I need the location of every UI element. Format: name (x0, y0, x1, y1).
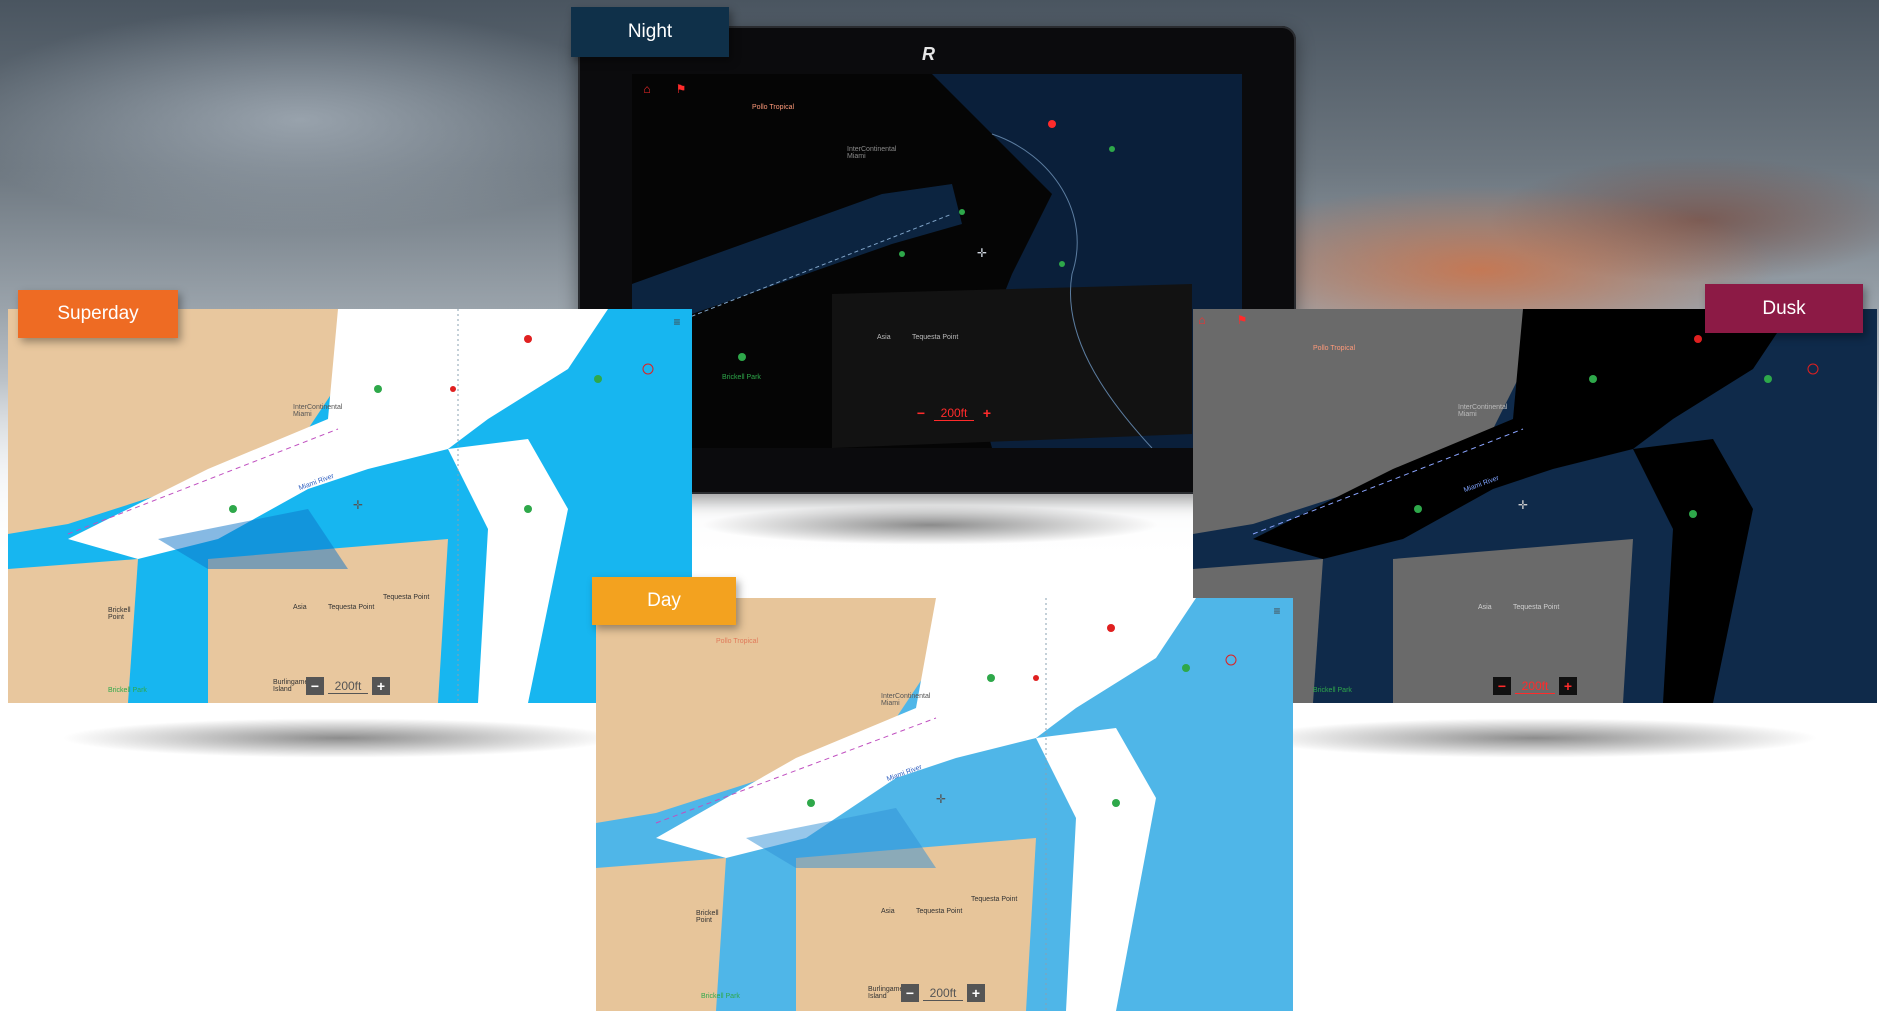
svg-text:✛: ✛ (1518, 498, 1528, 512)
label-tequesta2-superday: Tequesta Point (383, 594, 430, 601)
dusk-chart-map: ✛ (1193, 309, 1877, 703)
mode-label-day[interactable]: Day (592, 577, 736, 625)
label-hotel-dusk: Pollo Tropical (1313, 345, 1356, 352)
superday-chart-map: ✛ (8, 309, 692, 703)
label-hotel-day: Pollo Tropical (716, 638, 759, 645)
label-tequesta2-day: Tequesta Point (971, 896, 1018, 903)
day-scale-control: − 200ft + (901, 984, 985, 1002)
dusk-shadow (1250, 718, 1820, 758)
device-shadow (700, 505, 1160, 545)
label-burlingame-day: Burlingame Island (868, 986, 904, 1000)
menu-icon[interactable]: ≡ (668, 313, 686, 331)
zoom-in-button[interactable]: + (372, 677, 390, 695)
label-brickell-park-night: Brickell Park (722, 374, 761, 381)
label-tequesta-superday: Tequesta Point (328, 604, 375, 611)
superday-shadow (60, 718, 620, 758)
brand-logo: R (922, 44, 936, 64)
label-brickell-park-superday: Brickell Park (108, 687, 147, 694)
label-hotel-night: Pollo Tropical (752, 104, 795, 111)
day-chart-screen[interactable]: ✛ ≡ Pollo Tropical InterContinental Miam… (596, 598, 1293, 1011)
scale-value: 200ft (934, 406, 974, 421)
night-chart-screen[interactable]: ✛ ⌂ ⚑ Pollo Tropical InterContinental Mi… (632, 74, 1242, 448)
zoom-out-button[interactable]: − (306, 677, 324, 695)
label-asia-day: Asia (881, 908, 895, 915)
night-scale-control: − 200ft + (912, 404, 996, 422)
zoom-in-button[interactable]: + (978, 404, 996, 422)
zoom-in-button[interactable]: + (1559, 677, 1577, 695)
svg-text:✛: ✛ (936, 792, 946, 806)
menu-icon[interactable]: ≡ (1268, 602, 1286, 620)
label-brickell-park-day: Brickell Park (701, 993, 740, 1000)
dusk-chart-screen[interactable]: ✛ ⌂ ⚑ Pollo Tropical InterContinental Mi… (1193, 309, 1877, 703)
label-asia-night: Asia (877, 334, 891, 341)
label-intercontinental-superday: InterContinental Miami (293, 404, 343, 418)
label-intercontinental-night: InterContinental Miami (847, 146, 897, 160)
mode-label-dusk[interactable]: Dusk (1705, 284, 1863, 333)
label-intercontinental-day: InterContinental Miami (881, 693, 931, 707)
label-burlingame-superday: Burlingame Island (273, 679, 309, 693)
mode-label-night[interactable]: Night (571, 7, 729, 57)
superday-scale-control: − 200ft + (306, 677, 390, 695)
home-icon[interactable]: ⌂ (638, 80, 656, 98)
home-icon[interactable]: ⌂ (1193, 311, 1211, 329)
zoom-in-button[interactable]: + (967, 984, 985, 1002)
superday-chart-screen[interactable]: ✛ ≡ Miami River InterContinental Miami A… (8, 309, 692, 703)
svg-text:✛: ✛ (977, 246, 987, 260)
label-brickell-point-day: Brickell Point (696, 910, 719, 924)
night-chart-map: ✛ (632, 74, 1242, 448)
zoom-out-button[interactable]: − (912, 404, 930, 422)
scale-value: 200ft (328, 679, 368, 694)
zoom-out-button[interactable]: − (1493, 677, 1511, 695)
scale-value: 200ft (923, 986, 963, 1001)
man-overboard-icon[interactable]: ⚑ (1233, 311, 1251, 329)
label-brickell-park-dusk: Brickell Park (1313, 687, 1352, 694)
label-asia-dusk: Asia (1478, 604, 1492, 611)
svg-text:✛: ✛ (353, 498, 363, 512)
man-overboard-icon[interactable]: ⚑ (672, 80, 690, 98)
label-brickell-point-superday: Brickell Point (108, 607, 131, 621)
label-tequesta-night: Tequesta Point (912, 334, 959, 341)
label-asia-superday: Asia (293, 604, 307, 611)
label-tequesta-day: Tequesta Point (916, 908, 963, 915)
scale-value: 200ft (1515, 679, 1555, 694)
label-tequesta-dusk: Tequesta Point (1513, 604, 1560, 611)
day-chart-map: ✛ (596, 598, 1293, 1011)
label-intercontinental-dusk: InterContinental Miami (1458, 404, 1508, 418)
dusk-scale-control: − 200ft + (1493, 677, 1577, 695)
mode-label-superday[interactable]: Superday (18, 290, 178, 338)
zoom-out-button[interactable]: − (901, 984, 919, 1002)
